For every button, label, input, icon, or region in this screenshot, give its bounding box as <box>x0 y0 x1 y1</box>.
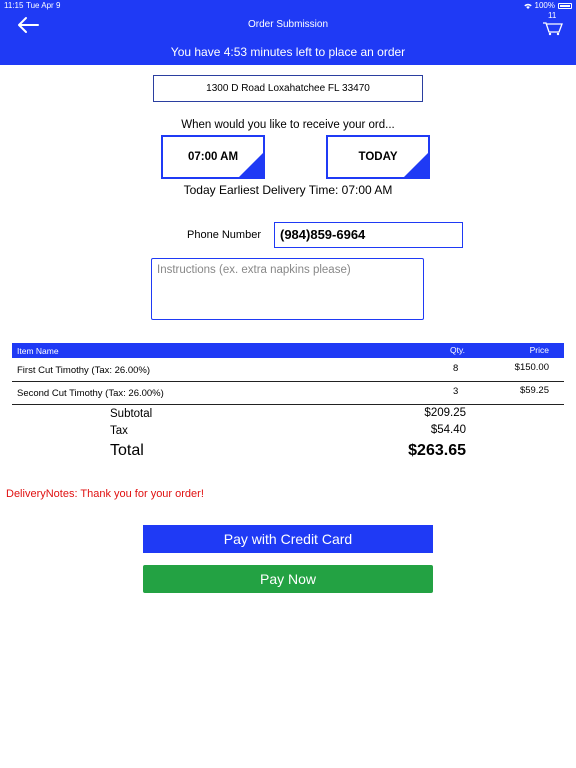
delivery-address[interactable]: 1300 D Road Loxahatchee FL 33470 <box>153 75 423 102</box>
item-price: $59.25 <box>519 385 549 396</box>
day-selector[interactable]: TODAY <box>326 135 430 179</box>
day-selector-value: TODAY <box>358 151 398 163</box>
time-selector-value: 07:00 AM <box>187 151 239 163</box>
tax-value: $54.40 <box>430 424 466 436</box>
earliest-delivery-time: Today Earliest Delivery Time: 07:00 AM <box>183 183 393 197</box>
status-time: 11:15 <box>4 1 24 10</box>
dropdown-corner-icon <box>239 153 263 177</box>
order-timer: You have 4:53 minutes left to place an o… <box>170 45 406 59</box>
item-name: Second Cut Timothy (Tax: 26.00%) <box>17 388 164 399</box>
table-row: Second Cut Timothy (Tax: 26.00%) 3 $59.2… <box>12 382 564 405</box>
item-qty: 8 <box>453 363 459 374</box>
item-price: $150.00 <box>514 362 549 373</box>
battery-icon <box>558 2 572 9</box>
wifi-icon <box>523 3 532 9</box>
item-name: First Cut Timothy (Tax: 26.00%) <box>17 365 151 376</box>
phone-input[interactable]: (984)859-6964 <box>274 222 463 248</box>
subtotal-value: $209.25 <box>424 407 466 419</box>
pay-with-credit-card-button[interactable]: Pay with Credit Card <box>143 525 433 553</box>
total-value: $263.65 <box>408 442 466 459</box>
total-label: Total <box>110 442 144 459</box>
page-title: Order Submission <box>247 19 329 30</box>
item-qty: 3 <box>453 386 459 397</box>
subtotal-label: Subtotal <box>110 408 153 420</box>
column-header-price: Price <box>529 345 549 355</box>
app-header: 11:15 Tue Apr 9 100% Order Submission 11… <box>0 0 576 65</box>
delivery-notes: DeliveryNotes: Thank you for your order! <box>6 488 204 500</box>
status-right: 100% <box>523 1 572 10</box>
dropdown-corner-icon <box>404 153 428 177</box>
tax-label: Tax <box>110 425 128 437</box>
items-table-header: Item Name Qty. Price <box>12 343 564 358</box>
cart-icon <box>543 22 563 36</box>
cart-button[interactable]: 11 <box>542 11 564 36</box>
column-header-qty: Qty. <box>450 345 465 355</box>
table-row: First Cut Timothy (Tax: 26.00%) 8 $150.0… <box>12 359 564 382</box>
pay-now-button[interactable]: Pay Now <box>143 565 433 593</box>
receive-time-label: When would you like to receive your ord.… <box>181 119 395 131</box>
phone-label: Phone Number <box>187 229 261 241</box>
battery-percent: 100% <box>534 1 555 10</box>
column-header-item-name: Item Name <box>17 346 59 356</box>
time-selector[interactable]: 07:00 AM <box>161 135 265 179</box>
instructions-input[interactable]: Instructions (ex. extra napkins please) <box>151 258 424 320</box>
status-date: Tue Apr 9 <box>26 1 61 10</box>
